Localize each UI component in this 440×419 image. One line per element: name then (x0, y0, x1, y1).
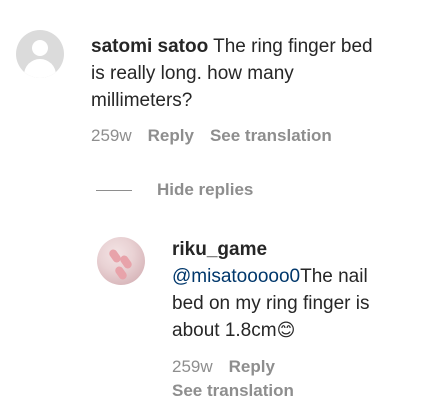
comment-line-1: satomi satoo The ring finger bed (91, 33, 431, 60)
reply-username[interactable]: riku_game (172, 236, 432, 263)
reply-translation-row: See translation (172, 381, 310, 401)
reply-button[interactable]: Reply (148, 126, 194, 145)
reply-reply-button[interactable]: Reply (229, 357, 275, 376)
see-translation-button[interactable]: See translation (210, 126, 332, 145)
reply-body-1: The nail (300, 266, 368, 287)
reply-avatar[interactable] (97, 237, 145, 285)
comment-timestamp: 259w (91, 126, 132, 145)
hide-replies-toggle[interactable]: Hide replies (96, 178, 253, 202)
mention-link[interactable]: @misatooooo0 (172, 266, 300, 287)
comment-username[interactable]: satomi satoo (91, 36, 208, 57)
comment-body-1: The ring finger bed (208, 36, 373, 57)
avatar-body-shape (24, 59, 56, 78)
reply-line-1: @misatooooo0The nail (172, 263, 432, 290)
smiling-face-icon: 😊 (276, 320, 296, 340)
reply-line-3: about 1.8cm😊 (172, 317, 432, 344)
reply-timestamp: 259w (172, 357, 213, 376)
reply-meta: 259w Reply (172, 357, 291, 377)
comment-text: satomi satoo The ring finger bed is real… (91, 33, 431, 114)
hide-replies-label[interactable]: Hide replies (157, 180, 253, 200)
reply-see-translation-button[interactable]: See translation (172, 381, 294, 400)
comment-body-2: is really long. how many (91, 63, 294, 84)
divider-line (96, 189, 132, 191)
reply-text: riku_game @misatooooo0The nail bed on my… (172, 236, 432, 344)
comment-meta: 259w Reply See translation (91, 126, 348, 146)
avatar[interactable] (16, 30, 64, 78)
reply-body-3: about 1.8cm (172, 320, 277, 341)
reply-body-2: bed on my ring finger is (172, 293, 370, 314)
avatar-head-shape (32, 40, 48, 56)
comment-body-3: millimeters? (91, 90, 193, 111)
